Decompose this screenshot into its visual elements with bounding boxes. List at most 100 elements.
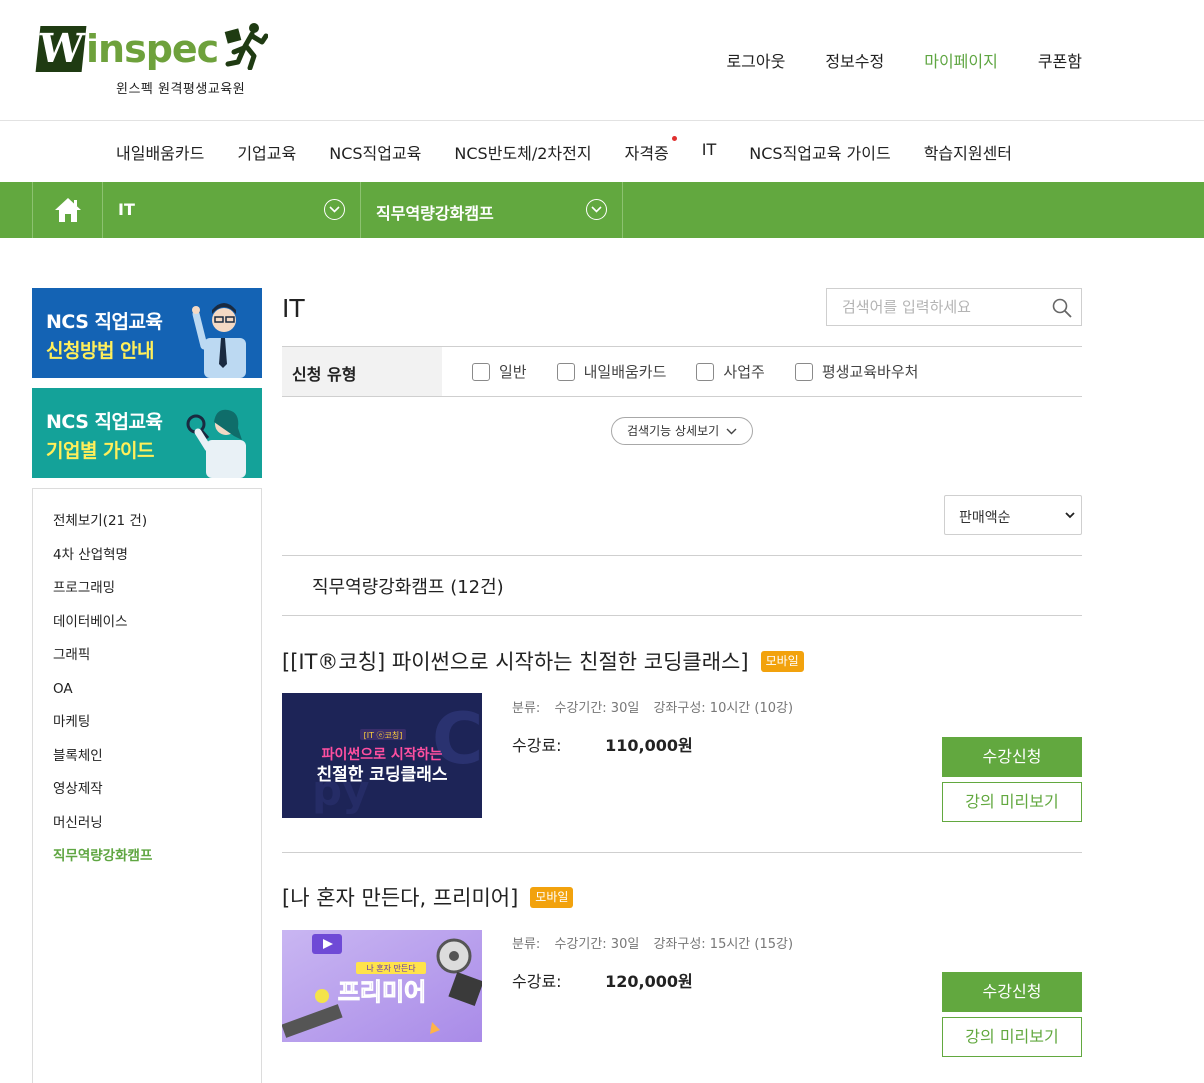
divider <box>282 852 1082 853</box>
filter-options: 일반 내일배움카드 사업주 평생교육바우처 <box>472 347 948 396</box>
thumb-line1: 프리미어 <box>338 978 426 1006</box>
meta-category-label: 분류: <box>512 937 541 952</box>
nav-item-tomorrow-card[interactable]: 내일배움카드 <box>116 140 204 164</box>
checkbox[interactable] <box>794 362 813 381</box>
course-title-text: [나 혼자 만든다, 프리미어] <box>282 886 519 910</box>
preview-button[interactable]: 강의 미리보기 <box>942 1017 1082 1057</box>
python-class-thumbnail: CO py [IT ⓔ코칭] 파이썬으로 시작하는 친절한 코딩클래스 <box>282 693 482 818</box>
banner-text: NCS 직업교육 신청방법 안내 <box>46 308 163 366</box>
logout-link[interactable]: 로그아웃 <box>726 48 785 72</box>
banner-ncs-apply-guide[interactable]: NCS 직업교육 신청방법 안내 <box>32 288 262 378</box>
thumb-tag: 나 혼자 만든다 <box>366 963 416 973</box>
category-graphic[interactable]: 그래픽 <box>33 645 261 679</box>
meta-category-label: 분류: <box>512 701 541 716</box>
thumb-line2: 친절한 코딩클래스 <box>316 764 447 785</box>
nav-item-ncs-guide[interactable]: NCS직업교육 가이드 <box>749 140 890 164</box>
meta-duration: 수강기간: 30일 <box>554 701 640 716</box>
course-price-row: 수강료: 110,000원 <box>512 732 693 756</box>
chevron-down-icon <box>324 199 345 220</box>
checkbox[interactable] <box>472 362 490 381</box>
sort-selected-value: 판매액순 <box>959 510 1011 526</box>
nav-item-ncs-semiconductor[interactable]: NCS반도체/2차전지 <box>454 140 591 164</box>
category-blockchain[interactable]: 블록체인 <box>33 746 261 780</box>
chevron-down-icon <box>1065 512 1075 519</box>
meta-duration: 수강기간: 30일 <box>554 937 640 952</box>
category-video[interactable]: 영상제작 <box>33 779 261 813</box>
course-title-text: [[IT®코칭] 파이썬으로 시작하는 친절한 코딩클래스] <box>282 650 749 674</box>
nav-item-certificate[interactable]: 자격증 <box>624 136 677 164</box>
category-database[interactable]: 데이터베이스 <box>33 612 261 646</box>
price-label: 수강료: <box>512 736 562 755</box>
page-title: IT <box>282 294 305 323</box>
runner-icon <box>224 23 268 70</box>
person-magnifier-illustration <box>186 409 246 478</box>
filter-option-employer[interactable]: 사업주 <box>696 361 765 382</box>
banner-ncs-company-guide[interactable]: NCS 직업교육 기업별 가이드 <box>32 388 262 478</box>
course-thumbnail[interactable]: CO py [IT ⓔ코칭] 파이썬으로 시작하는 친절한 코딩클래스 <box>282 693 482 818</box>
main-nav: 내일배움카드 기업교육 NCS직업교육 NCS반도체/2차전지 자격증 IT N… <box>116 136 1045 164</box>
new-dot-icon <box>671 136 677 141</box>
thumb-tag: [IT ⓔ코칭] <box>364 731 403 740</box>
category-oa[interactable]: OA <box>33 679 261 713</box>
thumb-line1: 파이썬으로 시작하는 <box>322 746 443 763</box>
course-group-heading: 직무역량강화캠프 (12건) <box>282 555 1082 616</box>
course-title[interactable]: [나 혼자 만든다, 프리미어] 모바일 <box>282 882 574 912</box>
location-bar: IT 직무역량강화캠프 <box>0 182 1204 238</box>
filter-label: 신청 유형 <box>282 347 442 396</box>
price-value: 110,000원 <box>605 736 693 755</box>
location-dropdown-level2[interactable]: 직무역량강화캠프 <box>361 182 623 238</box>
edit-profile-link[interactable]: 정보수정 <box>825 48 884 72</box>
sort-select[interactable]: 판매액순 <box>944 495 1082 535</box>
category-all[interactable]: 전체보기(21 건) <box>33 511 261 545</box>
category-machine-learning[interactable]: 머신러닝 <box>33 813 261 847</box>
course-price-row: 수강료: 120,000원 <box>512 968 693 992</box>
nav-item-ncs[interactable]: NCS직업교육 <box>329 140 421 164</box>
nav-item-support-center[interactable]: 학습지원센터 <box>924 140 1012 164</box>
nav-item-it[interactable]: IT <box>702 140 717 164</box>
category-list: 전체보기(21 건) 4차 산업혁명 프로그래밍 데이터베이스 그래픽 OA 마… <box>32 488 262 1083</box>
utility-nav: 로그아웃 정보수정 마이페이지 쿠폰함 <box>726 48 1082 72</box>
location-level1-label: IT <box>118 200 135 219</box>
location-dropdown-level1[interactable]: IT <box>103 182 361 238</box>
category-job-camp[interactable]: 직무역량강화캠프 <box>33 846 261 880</box>
course-title[interactable]: [[IT®코칭] 파이썬으로 시작하는 친절한 코딩클래스] 모바일 <box>282 646 804 676</box>
filter-option-label: 내일배움카드 <box>583 363 667 381</box>
course-meta: 분류: 수강기간: 30일 강좌구성: 10시간 (10강) <box>512 697 793 716</box>
search-icon[interactable] <box>1051 297 1073 319</box>
detail-search-label: 검색기능 상세보기 <box>627 424 720 438</box>
checkbox[interactable] <box>696 362 715 381</box>
logo-wordmark: W inspec <box>35 20 219 72</box>
preview-button[interactable]: 강의 미리보기 <box>942 782 1082 822</box>
home-button[interactable] <box>32 182 103 238</box>
banner-text: NCS 직업교육 기업별 가이드 <box>46 408 163 466</box>
category-marketing[interactable]: 마케팅 <box>33 712 261 746</box>
apply-button[interactable]: 수강신청 <box>942 737 1082 777</box>
course-meta: 분류: 수강기간: 30일 강좌구성: 15시간 (15강) <box>512 933 793 952</box>
category-4th-industrial[interactable]: 4차 산업혁명 <box>33 545 261 579</box>
site-header: W inspec 윈스펙 원격평생교육원 로그아웃 정보수정 마이페이지 쿠폰함 <box>0 0 1204 121</box>
location-level2-label: 직무역량강화캠프 <box>376 204 494 223</box>
category-programming[interactable]: 프로그래밍 <box>33 578 261 612</box>
banner-line1: NCS 직업교육 <box>46 311 163 333</box>
price-value: 120,000원 <box>605 972 693 991</box>
mypage-link[interactable]: 마이페이지 <box>924 48 998 72</box>
home-icon <box>55 198 81 222</box>
search-input[interactable] <box>827 289 1037 325</box>
detail-search-toggle[interactable]: 검색기능 상세보기 <box>611 417 753 445</box>
meta-composition: 강좌구성: 15시간 (15강) <box>653 937 794 952</box>
checkbox[interactable] <box>556 362 575 381</box>
course-thumbnail[interactable]: 나 혼자 만든다 프리미어 <box>282 930 482 1042</box>
nav-item-certificate-label: 자격증 <box>624 144 669 163</box>
filter-option-voucher[interactable]: 평생교육바우처 <box>794 361 918 382</box>
apply-button[interactable]: 수강신청 <box>942 972 1082 1012</box>
banner-line2: 신청방법 안내 <box>46 340 155 362</box>
logo-subtitle: 윈스펙 원격평생교육원 <box>116 82 246 97</box>
coupon-box-link[interactable]: 쿠폰함 <box>1038 48 1082 72</box>
filter-option-tomorrow-card[interactable]: 내일배움카드 <box>556 361 667 382</box>
chevron-down-icon <box>726 428 737 435</box>
site-logo[interactable]: W inspec 윈스펙 원격평생교육원 <box>35 20 270 100</box>
banner-line2: 기업별 가이드 <box>46 440 155 462</box>
nav-item-corporate[interactable]: 기업교육 <box>237 140 296 164</box>
chevron-down-icon <box>586 199 607 220</box>
filter-option-general[interactable]: 일반 <box>472 361 527 382</box>
